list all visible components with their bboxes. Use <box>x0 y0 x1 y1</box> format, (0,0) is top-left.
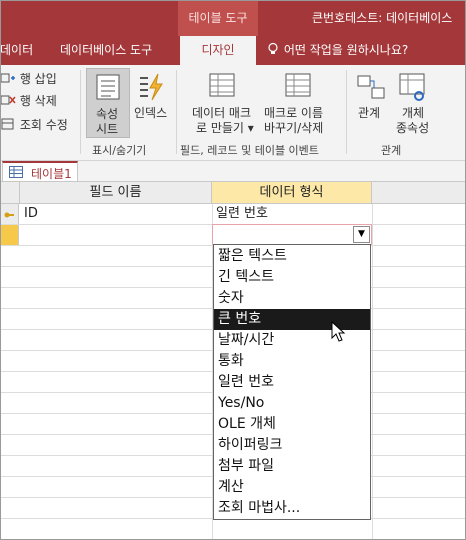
group-relationships-title: 관계 <box>381 144 402 157</box>
context-tab-table-tools[interactable]: 테이블 도구 <box>178 0 258 36</box>
rename-macro-icon <box>285 73 311 97</box>
object-dependencies-line1: 개체 <box>402 106 425 120</box>
dropdown-option[interactable]: OLE 개체 <box>214 414 370 435</box>
dropdown-option[interactable]: 계산 <box>214 477 370 498</box>
row1-data-type[interactable]: 일련 번호 <box>216 204 268 224</box>
delete-row-label: 행 삭제 <box>19 94 57 108</box>
tell-me-text: 어떤 작업을 원하시나요? <box>283 43 409 57</box>
grid-corner <box>0 182 20 204</box>
data-type-combo[interactable] <box>212 224 372 245</box>
window-title: 큰번호테스트: 데이터베이스 <box>312 11 453 25</box>
rename-macro-line1: 매크로 이름 <box>264 106 324 120</box>
dropdown-option[interactable]: 하이퍼링크 <box>214 435 370 456</box>
mouse-cursor-icon <box>331 321 346 342</box>
group-events-title: 필드, 레코드 및 테이블 이벤트 <box>180 144 319 157</box>
lightning-icon <box>140 73 163 101</box>
tab-database-tools[interactable]: 데이터베이스 도구 <box>60 36 168 65</box>
indexes-button[interactable]: 인덱스 <box>132 68 172 138</box>
rename-delete-macro-button[interactable]: 매크로 이름 바꾸기/삭제 <box>262 68 336 138</box>
delete-row-icon <box>0 95 16 105</box>
lightbulb-icon <box>268 42 278 54</box>
rename-macro-line2: 바꾸기/삭제 <box>264 121 324 135</box>
modify-lookup-button[interactable]: 조회 수정 <box>0 117 68 133</box>
dropdown-option[interactable]: 짧은 텍스트 <box>214 246 370 267</box>
dropdown-option[interactable]: 숫자 <box>214 288 370 309</box>
tab-design[interactable]: 디자인 <box>180 36 256 65</box>
insert-row-label: 행 삽입 <box>19 72 57 86</box>
delete-row-button[interactable]: 행 삭제 <box>0 93 57 109</box>
dropdown-option[interactable]: 첨부 파일 <box>214 456 370 477</box>
ribbon-separator <box>346 70 347 154</box>
lookup-icon <box>1 118 14 130</box>
row1-field-name[interactable]: ID <box>24 204 38 224</box>
table-icon <box>9 166 23 178</box>
create-data-macro-button[interactable]: 데이터 매크 로 만들기 ▾ <box>190 68 260 138</box>
relationships-icon <box>357 75 385 99</box>
chevron-down-icon[interactable]: ▼ <box>353 226 370 243</box>
relationships-label: 관계 <box>358 106 381 120</box>
object-dependencies-button[interactable]: 개체 종속성 <box>392 68 434 138</box>
property-sheet-line2: 시트 <box>96 122 119 136</box>
group-show-hide-title: 표시/숨기기 <box>92 144 147 157</box>
column-header-field-name[interactable]: 필드 이름 <box>20 182 212 204</box>
grid-line <box>372 204 373 540</box>
ribbon-separator <box>80 70 81 154</box>
row-selector[interactable] <box>0 204 19 224</box>
dropdown-option[interactable]: 긴 텍스트 <box>214 267 370 288</box>
data-macro-line2: 로 만들기 ▾ <box>196 121 254 135</box>
column-header-description[interactable] <box>372 182 466 204</box>
tab-table1[interactable]: 테이블1 <box>2 161 78 181</box>
insert-row-icon <box>0 73 15 83</box>
dropdown-option[interactable]: 통화 <box>214 351 370 372</box>
primary-key-icon <box>4 212 14 218</box>
object-dependencies-line2: 종속성 <box>396 121 430 135</box>
modify-lookup-label: 조회 수정 <box>19 118 68 132</box>
data-macro-line1: 데이터 매크 <box>192 106 252 120</box>
dropdown-option[interactable]: Yes/No <box>214 393 370 414</box>
ribbon-separator <box>176 70 177 154</box>
property-sheet-line1: 속성 <box>96 107 119 121</box>
dropdown-option[interactable]: 일련 번호 <box>214 372 370 393</box>
tell-me-box[interactable]: 어떤 작업을 원하시나요? <box>266 36 466 65</box>
tab-table1-label: 테이블1 <box>31 167 72 181</box>
insert-row-button[interactable]: 행 삽입 <box>0 71 57 87</box>
column-header-data-type[interactable]: 데이터 형식 <box>212 182 372 204</box>
relationships-button[interactable]: 관계 <box>352 68 392 138</box>
data-macro-icon <box>209 73 235 97</box>
tab-external-data[interactable]: 데이터 <box>0 36 40 65</box>
indexes-label: 인덱스 <box>134 106 168 120</box>
property-sheet-icon <box>96 74 120 100</box>
row-selector-current[interactable] <box>0 224 19 245</box>
object-dependencies-icon <box>399 73 425 101</box>
property-sheet-button[interactable]: 속성 시트 <box>86 68 130 138</box>
dropdown-option[interactable]: 조회 마법사... <box>214 498 370 519</box>
